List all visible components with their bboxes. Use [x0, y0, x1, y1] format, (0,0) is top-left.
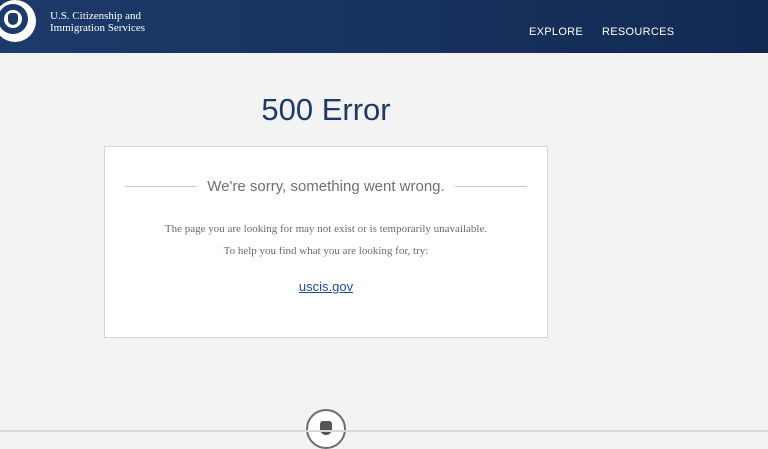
nav-explore[interactable]: EXPLORE [529, 26, 583, 38]
dhs-seal-icon[interactable] [0, 0, 36, 42]
agency-name[interactable]: U.S. Citizenship and Immigration Service… [50, 10, 145, 34]
error-message: The page you are looking for may not exi… [164, 223, 488, 235]
agency-name-line-1: U.S. Citizenship and [50, 10, 142, 22]
divider-right [455, 186, 527, 187]
uscis-home-link[interactable]: uscis.gov [105, 279, 547, 294]
sorry-text: We're sorry, something went wrong. [207, 178, 445, 195]
agency-name-line-2: Immigration Services [50, 22, 146, 34]
help-message: To help you find what you are looking fo… [223, 245, 429, 257]
error-card: We're sorry, something went wrong. The p… [104, 146, 548, 338]
page-title: 500 Error [261, 92, 391, 127]
site-header: U.S. Citizenship and Immigration Service… [0, 0, 768, 53]
sorry-heading: We're sorry, something went wrong. [125, 177, 527, 197]
footer-dhs-seal-icon [306, 409, 346, 449]
nav-resources[interactable]: RESOURCES [602, 26, 674, 38]
